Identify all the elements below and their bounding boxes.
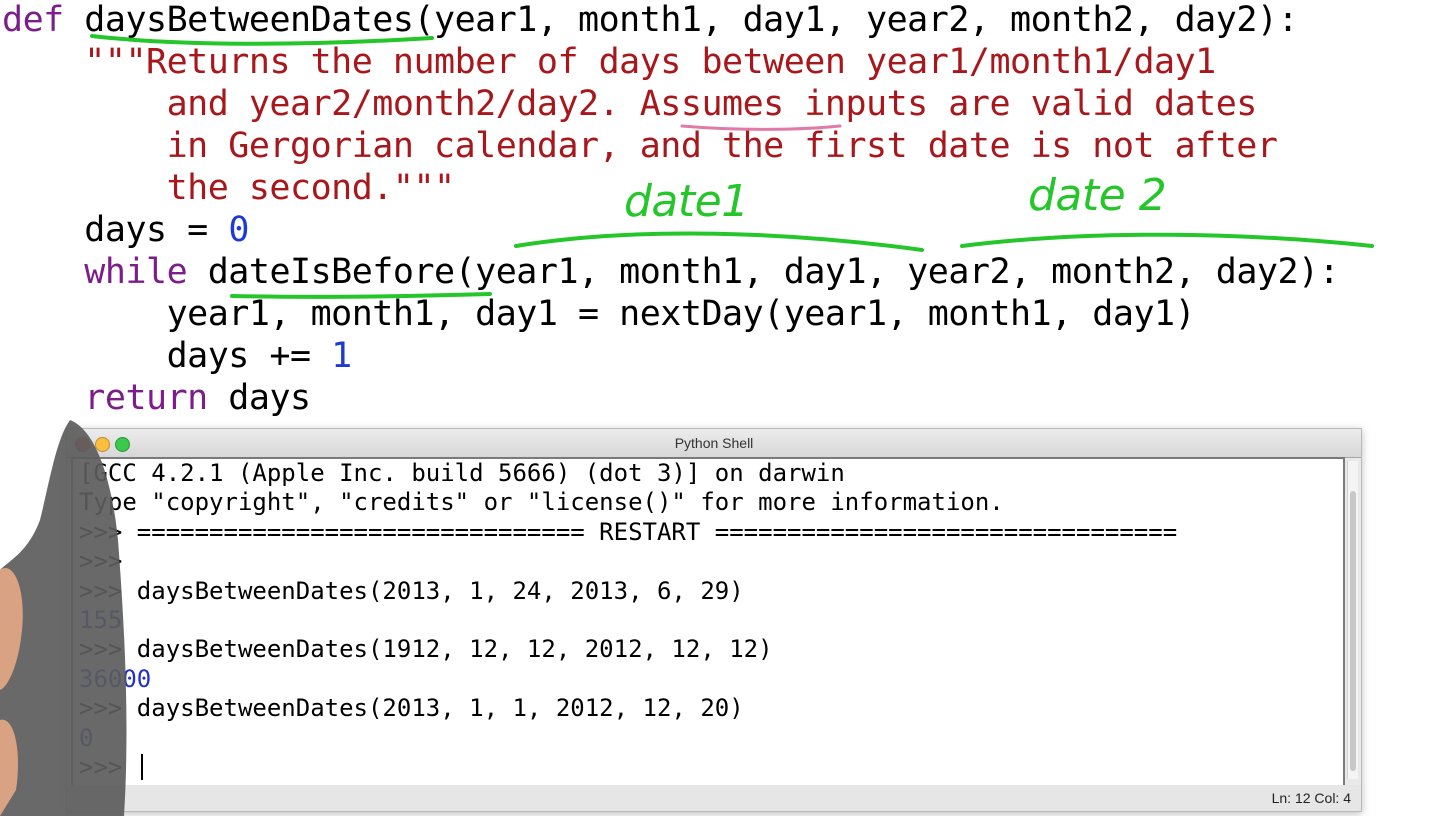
shell-input-line: Type "copyright", "credits" or "license(… [79,488,1004,517]
underline-date1-args [514,231,924,252]
code-token: 1 [331,336,352,376]
code-line: in Gergorian calendar, and the first dat… [2,126,1278,166]
window-titlebar[interactable]: Python Shell [67,429,1361,458]
code-token: return [84,378,208,418]
code-line: days = 0 [2,210,249,250]
code-line: """Returns the number of days between ye… [2,42,1216,82]
code-token: days [207,378,311,418]
code-token: 0 [228,210,249,250]
window-title: Python Shell [674,435,754,451]
shell-line-text: 155 [79,606,123,634]
code-line: days += 1 [2,336,353,376]
code-token: and year2/month2/day2. Assumes inputs ar… [166,84,1258,124]
code-editor[interactable]: def daysBetweenDates(year1, month1, day1… [0,0,1434,430]
code-token: while [84,252,208,292]
code-line: def daysBetweenDates(year1, month1, day1… [2,0,1299,40]
shell-line-text: >>> =============================== REST… [79,517,1178,546]
shell-input-line: >>> [79,547,137,576]
code-token: (year1, month1, day1, year2, month2, day… [413,0,1299,40]
shell-output-area[interactable]: [GCC 4.2.1 (Apple Inc. build 5666) (dot … [71,457,1345,787]
code-token: def [2,0,85,40]
shell-line-text: 36000 [79,664,152,693]
code-token: year1, month1, day1 = nextDay(year1, mon… [166,294,1196,334]
shell-line-text: >>> daysBetweenDates(2013, 1, 24, 2013, … [79,576,744,605]
shell-output-line: 36000 [79,665,151,694]
shell-input-line: [GCC 4.2.1 (Apple Inc. build 5666) (dot … [79,459,845,488]
shell-output-line: 155 [79,606,122,635]
code-token: in Gergorian calendar, and the first dat… [166,126,1278,166]
code-token: """Returns the number of days between ye… [84,42,1216,82]
shell-line-text: >>> daysBetweenDates(1912, 12, 12, 2012,… [79,635,773,664]
annotation-date1: date1 [624,176,749,227]
shell-output-line: 0 [79,724,93,753]
shell-input-line: >>> daysBetweenDates(2013, 1, 1, 2012, 1… [79,694,744,723]
shell-line-text: 0 [79,723,94,752]
cursor-position: Ln: 12 Col: 4 [1271,790,1351,806]
code-token: daysBetweenDates [84,0,414,40]
annotation-date2: date 2 [1028,170,1167,221]
python-shell-window[interactable]: Python Shell [GCC 4.2.1 (Apple Inc. buil… [66,428,1362,812]
code-line: the second.""" [2,168,456,208]
code-line: return days [2,378,311,418]
shell-input-line: >>> daysBetweenDates(2013, 1, 24, 2013, … [79,577,744,606]
shell-line-text: >>> daysBetweenDates(2013, 1, 1, 2012, 1… [79,694,744,723]
code-token: dateIsBefore(year1, month1, day1, year2,… [207,252,1340,292]
status-bar: Ln: 12 Col: 4 [67,785,1361,811]
code-line: while dateIsBefore(year1, month1, day1, … [2,252,1339,292]
shell-line-text: >>> [79,753,137,781]
shell-line-text: Type "copyright", "credits" or "license(… [79,488,1004,517]
code-line: and year2/month2/day2. Assumes inputs ar… [2,84,1258,124]
text-cursor [140,754,143,780]
shell-input-line: >>> =============================== REST… [79,518,1177,547]
shell-line-text: >>> [79,547,137,576]
code-token: days = [84,210,229,250]
underline-date2-args [960,232,1374,248]
shell-line-text: [GCC 4.2.1 (Apple Inc. build 5666) (dot … [79,459,845,487]
vertical-scrollbar[interactable] [1347,461,1358,779]
scrollbar-thumb[interactable] [1350,491,1356,771]
code-token: the second.""" [166,168,456,208]
shell-input-line: >>> daysBetweenDates(1912, 12, 12, 2012,… [79,635,773,664]
shell-input-line: >>> [79,753,143,782]
code-line: year1, month1, day1 = nextDay(year1, mon… [2,294,1196,334]
code-token: days += [166,336,332,376]
